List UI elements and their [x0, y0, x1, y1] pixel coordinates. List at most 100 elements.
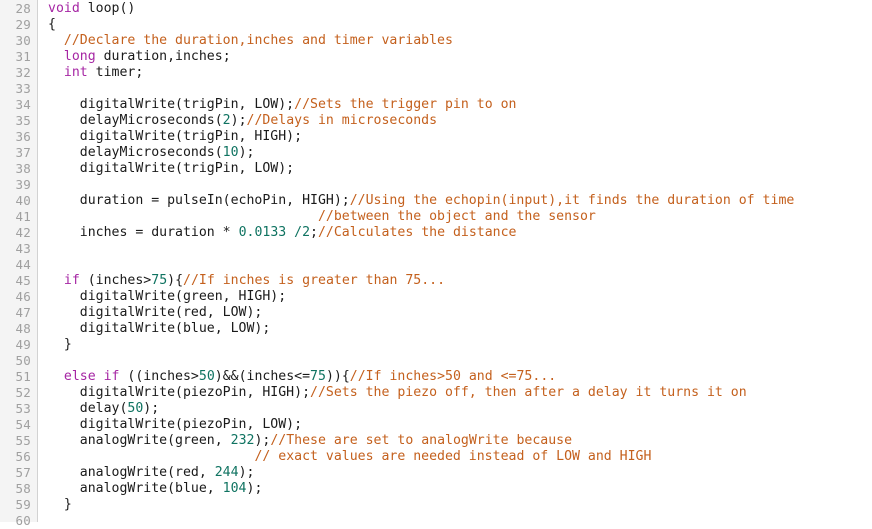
code-token-pln: ;: [310, 225, 318, 240]
code-line[interactable]: [48, 81, 872, 97]
code-line[interactable]: analogWrite(blue, 104);: [48, 481, 872, 497]
code-token-pln: digitalWrite(trigPin, LOW);: [48, 161, 295, 176]
line-number: 53: [15, 401, 31, 416]
code-token-pln: }: [48, 337, 72, 352]
code-line[interactable]: digitalWrite(green, HIGH);: [48, 289, 872, 305]
line-number: 45: [15, 273, 31, 288]
code-token-pln: [48, 273, 64, 288]
code-line[interactable]: [48, 241, 872, 257]
code-line[interactable]: }: [48, 337, 872, 353]
line-number: 47: [15, 305, 31, 320]
line-number: 29: [15, 17, 31, 32]
code-token-num: 10: [222, 145, 239, 160]
code-line[interactable]: inches = duration * 0.0133 /2;//Calculat…: [48, 225, 872, 241]
line-number: 39: [15, 177, 31, 192]
code-line[interactable]: int timer;: [48, 65, 872, 81]
line-number: 36: [15, 129, 31, 144]
line-number: 57: [15, 465, 31, 480]
code-line[interactable]: }: [48, 497, 872, 513]
code-token-kw: void: [48, 1, 80, 16]
code-token-pln: );: [238, 145, 255, 160]
code-token-pln: digitalWrite(trigPin, LOW);: [48, 97, 295, 112]
code-token-pln: ((inches>: [119, 369, 199, 384]
code-token-num: 50: [198, 369, 215, 384]
code-token-kw: long: [63, 49, 96, 64]
code-line[interactable]: digitalWrite(trigPin, HIGH);: [48, 129, 872, 145]
code-token-pln: digitalWrite(green, HIGH);: [48, 289, 287, 304]
code-token-pln: (inches>: [79, 273, 152, 288]
code-token-num: 104: [222, 481, 247, 496]
code-line[interactable]: [48, 353, 872, 369]
code-line[interactable]: [48, 513, 872, 522]
code-line[interactable]: analogWrite(red, 244);: [48, 465, 872, 481]
code-token-num: 0.0133 /2: [238, 225, 311, 240]
code-token-pln: {: [48, 17, 56, 32]
code-token-pln: );: [254, 433, 271, 448]
code-line[interactable]: digitalWrite(trigPin, LOW);: [48, 161, 872, 177]
code-line[interactable]: [48, 257, 872, 273]
code-token-num: 75: [151, 273, 168, 288]
code-line[interactable]: digitalWrite(trigPin, LOW);//Sets the tr…: [48, 97, 872, 113]
code-token-cmt: //Using the echopin(input),it finds the …: [349, 193, 795, 208]
line-number: 38: [15, 161, 31, 176]
code-token-pln: delayMicroseconds(: [48, 145, 223, 160]
code-line[interactable]: delayMicroseconds(10);: [48, 145, 872, 161]
line-number: 42: [15, 225, 31, 240]
line-number: 33: [15, 81, 31, 96]
code-token-pln: [48, 209, 318, 224]
code-token-pln: duration,inches;: [95, 49, 231, 64]
code-token-pln: )){: [325, 369, 350, 384]
code-token-pln: );: [246, 481, 263, 496]
code-token-num: 232: [230, 433, 255, 448]
code-token-pln: digitalWrite(blue, LOW);: [48, 321, 271, 336]
code-line[interactable]: long duration,inches;: [48, 49, 872, 65]
code-line[interactable]: // exact values are needed instead of LO…: [48, 449, 872, 465]
code-token-kw: if: [63, 273, 80, 288]
code-line[interactable]: {: [48, 17, 872, 33]
code-line[interactable]: if (inches>75){//If inches is greater th…: [48, 273, 872, 289]
code-line[interactable]: //Declare the duration,inches and timer …: [48, 33, 872, 49]
code-token-pln: [48, 369, 64, 384]
code-line[interactable]: duration = pulseIn(echoPin, HIGH);//Usin…: [48, 193, 872, 209]
code-token-pln: );: [230, 113, 247, 128]
code-line[interactable]: digitalWrite(piezoPin, HIGH);//Sets the …: [48, 385, 872, 401]
code-line[interactable]: digitalWrite(blue, LOW);: [48, 321, 872, 337]
code-token-pln: ){: [167, 273, 184, 288]
line-number: 41: [15, 209, 31, 224]
code-line[interactable]: delay(50);: [48, 401, 872, 417]
code-token-num: 75: [310, 369, 326, 384]
line-number: 44: [15, 257, 31, 272]
code-line[interactable]: //between the object and the sensor: [48, 209, 872, 225]
code-token-pln: [48, 449, 254, 464]
code-token-pln: analogWrite(red,: [48, 465, 215, 480]
code-token-cmt: //If inches>50 and <=75...: [349, 369, 557, 384]
code-line[interactable]: analogWrite(green, 232);//These are set …: [48, 433, 872, 449]
code-line[interactable]: digitalWrite(piezoPin, LOW);: [48, 417, 872, 433]
code-token-pln: analogWrite(blue,: [48, 481, 223, 496]
code-token-pln: loop(): [79, 1, 136, 16]
code-token-pln: }: [48, 497, 72, 512]
line-number: 31: [15, 49, 31, 64]
code-token-pln: );: [143, 401, 160, 416]
code-line[interactable]: digitalWrite(red, LOW);: [48, 305, 872, 321]
line-number: 48: [15, 321, 31, 336]
code-line[interactable]: else if ((inches>50)&&(inches<=75)){//If…: [48, 369, 872, 385]
code-token-pln: );: [238, 465, 255, 480]
code-editor[interactable]: 28 29 30 31 32 33 34 35 36 37 38 39 40 41 42 43 44 45 46 47…: [0, 0, 872, 528]
code-area[interactable]: void loop(){ //Declare the duration,inch…: [38, 0, 872, 522]
code-line[interactable]: void loop(): [48, 1, 872, 17]
line-number: 51: [15, 369, 31, 384]
code-line[interactable]: delayMicroseconds(2);//Delays in microse…: [48, 113, 872, 129]
line-number: 49: [15, 337, 31, 352]
code-token-cmt: //If inches is greater than 75...: [183, 273, 446, 288]
code-token-cmt: //Declare the duration,inches and timer …: [63, 33, 453, 48]
code-token-cmt: //Sets the trigger pin to on: [294, 97, 517, 112]
line-number: 28: [15, 1, 31, 16]
code-token-num: 2: [222, 113, 231, 128]
code-token-num: 244: [214, 465, 239, 480]
line-number: 55: [15, 433, 31, 448]
line-number: 37: [15, 145, 31, 160]
code-line[interactable]: [48, 177, 872, 193]
code-token-pln: digitalWrite(trigPin, HIGH);: [48, 129, 303, 144]
line-number: 32: [15, 65, 31, 80]
